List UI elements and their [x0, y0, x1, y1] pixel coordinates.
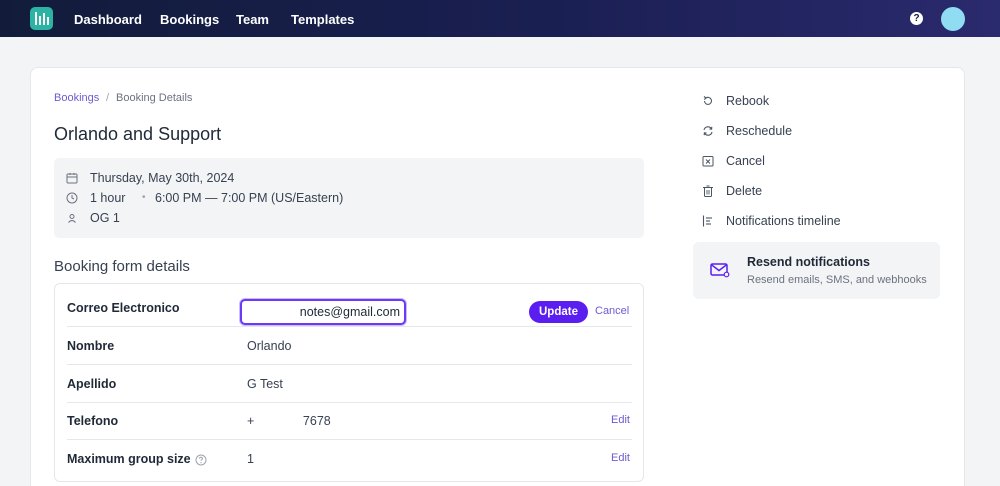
table-row-email: Correo Electronico Update Cancel	[67, 289, 632, 327]
resend-notifications-subtitle: Resend emails, SMS, and webhooks	[747, 274, 927, 286]
table-row: Nombre Orlando	[67, 327, 632, 365]
logo-bars-icon	[35, 12, 49, 25]
update-button[interactable]: Update	[529, 301, 588, 323]
booking-time-row: 1 hour • 6:00 PM — 7:00 PM (US/Eastern)	[66, 190, 626, 206]
help-icon[interactable]: ?	[910, 12, 923, 25]
table-row: Telefono + 7678 Edit	[67, 402, 632, 440]
time-separator-dot: •	[142, 192, 146, 203]
breadcrumb-current: Booking Details	[116, 92, 193, 104]
user-icon	[68, 214, 76, 223]
breadcrumb-separator: /	[106, 92, 110, 104]
delete-label: Delete	[726, 184, 763, 198]
clock-icon	[66, 192, 78, 204]
cancel-label: Cancel	[726, 154, 765, 168]
avatar[interactable]	[941, 7, 965, 31]
edit-telefono-link[interactable]: Edit	[611, 414, 630, 427]
group-size-label-text: Maximum group size	[67, 452, 191, 466]
cancel-edit-link[interactable]: Cancel	[595, 305, 629, 318]
booking-time: 6:00 PM — 7:00 PM (US/Eastern)	[155, 191, 344, 205]
email-label: Correo Electronico	[67, 301, 180, 315]
reschedule-label: Reschedule	[726, 124, 793, 138]
app-logo[interactable]	[30, 7, 53, 30]
notifications-timeline-label: Notifications timeline	[726, 214, 841, 228]
booking-form-table: Correo Electronico Update Cancel Nombre …	[54, 283, 644, 482]
booking-duration: 1 hour	[90, 191, 126, 205]
calendar-icon	[66, 173, 78, 184]
booking-summary-box: Thursday, May 30th, 2024 1 hour • 6:00 P…	[54, 158, 644, 238]
trash-icon	[703, 185, 713, 197]
field-label-nombre: Nombre	[67, 339, 115, 353]
rebook-label: Rebook	[726, 94, 770, 108]
cancel-box-icon	[702, 156, 714, 167]
rebook-icon	[703, 96, 713, 105]
field-value-apellido: G Test	[247, 377, 283, 391]
breadcrumb-bookings-link[interactable]: Bookings	[54, 92, 99, 105]
timeline-icon	[702, 215, 712, 227]
resend-notifications-title: Resend notifications	[747, 255, 870, 269]
reschedule-icon	[703, 126, 713, 136]
nav-team[interactable]: Team	[236, 12, 269, 27]
table-row: Maximum group size 1 Edit	[67, 440, 632, 478]
email-field[interactable]	[240, 299, 406, 325]
booking-date: Thursday, May 30th, 2024	[90, 171, 235, 185]
mail-icon	[710, 263, 730, 278]
nav-templates[interactable]: Templates	[291, 12, 354, 27]
question-circle-icon[interactable]	[195, 454, 207, 466]
field-label-apellido: Apellido	[67, 377, 117, 391]
booking-attendee: OG 1	[90, 211, 120, 225]
edit-group-size-link[interactable]: Edit	[611, 452, 630, 465]
top-navigation-bar: Dashboard Bookings Team Templates ?	[0, 0, 1000, 37]
nav-dashboard[interactable]: Dashboard	[74, 12, 142, 27]
field-label-telefono: Telefono	[67, 414, 119, 428]
table-row: Apellido G Test	[67, 365, 632, 403]
field-value-nombre: Orlando	[247, 339, 292, 353]
resend-notifications-button[interactable]: Resend notifications Resend emails, SMS,…	[693, 242, 940, 299]
booking-form-section-title: Booking form details	[54, 258, 190, 275]
nav-bookings[interactable]: Bookings	[160, 12, 219, 27]
field-value-telefono: + 7678	[247, 414, 331, 428]
field-label-group-size: Maximum group size	[67, 452, 207, 467]
field-value-group-size: 1	[247, 452, 254, 466]
page-title: Orlando and Support	[54, 124, 222, 144]
